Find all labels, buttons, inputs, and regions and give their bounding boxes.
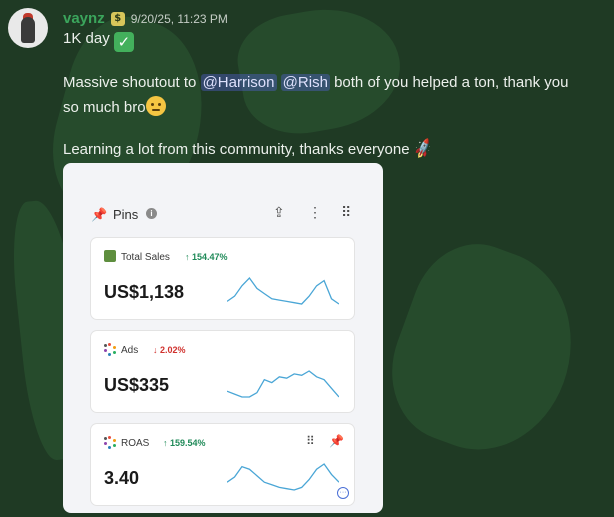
rocket-emoji-icon: 🚀: [411, 138, 435, 161]
username[interactable]: vaynz: [63, 10, 105, 27]
message-line-1: 1K day ✓: [63, 30, 134, 52]
sparkline-chart: [227, 276, 339, 305]
message-line-2: Massive shoutout to @Harrison @Rish both…: [63, 74, 568, 91]
share-icon: ⇪: [273, 204, 285, 220]
metric-card-ads: Ads ↓ 2.02% US$335: [91, 331, 354, 412]
check-mark-emoji-icon: ✓: [113, 32, 134, 52]
message-line-4: Learning a lot from this community, than…: [63, 138, 435, 161]
more-dots-icon: ···: [337, 487, 349, 499]
sparkline-chart: [227, 370, 339, 398]
metric-label: Total Sales: [121, 252, 170, 263]
pin-filled-icon: 📌: [329, 434, 344, 448]
message-text: 1K day: [63, 30, 110, 47]
message-text: both of you helped a ton, thank you: [334, 74, 569, 91]
shopify-bag-icon: [104, 250, 116, 262]
metric-card-total-sales: Total Sales ↑ 154.47% US$1,138: [91, 238, 354, 319]
message-timestamp: 9/20/25, 11:23 PM: [130, 11, 228, 26]
metric-change: ↑ 159.54%: [163, 438, 206, 448]
metric-label: Ads: [121, 345, 139, 356]
message-line-3: so much bro: [63, 96, 166, 116]
message-text: Massive shoutout to: [63, 74, 197, 91]
metric-value: 3.40: [104, 468, 140, 488]
drag-handle-icon: ⠿: [306, 434, 315, 448]
info-icon: i: [146, 208, 157, 219]
message-header: vaynz $ 9/20/25, 11:23 PM: [63, 10, 228, 27]
mention-harrison[interactable]: @Harrison: [200, 74, 277, 91]
metric-value: US$335: [104, 375, 170, 395]
chat-message: vaynz $ 9/20/25, 11:23 PM 1K day ✓ Massi…: [0, 0, 614, 517]
mention-rish[interactable]: @Rish: [280, 74, 330, 91]
metric-value: US$1,138: [104, 282, 185, 302]
metric-change: ↑ 154.47%: [185, 252, 228, 262]
roas-dots-icon: [104, 436, 116, 449]
salute-face-emoji-icon: [145, 96, 166, 116]
role-badge-icon: $: [110, 11, 125, 26]
image-attachment[interactable]: 📌 Pins i ⇪ ⋮ ⠿ Total Sales ↑ 154.47% US$…: [63, 163, 383, 513]
more-vertical-icon: ⋮: [308, 204, 322, 220]
message-text: so much bro: [63, 99, 146, 116]
metric-card-roas: ROAS ↑ 159.54% ⠿ 📌 3.40 ···: [91, 424, 354, 505]
user-avatar[interactable]: [8, 8, 48, 48]
pins-title: Pins: [113, 207, 139, 222]
metric-label: ROAS: [121, 438, 150, 449]
sparkline-chart: [227, 463, 339, 491]
metric-change: ↓ 2.02%: [153, 345, 186, 355]
message-text: Learning a lot from this community, than…: [63, 141, 410, 158]
pin-icon: 📌: [91, 207, 108, 222]
ads-dots-icon: [104, 343, 116, 356]
drag-handle-icon: ⠿: [341, 204, 352, 220]
